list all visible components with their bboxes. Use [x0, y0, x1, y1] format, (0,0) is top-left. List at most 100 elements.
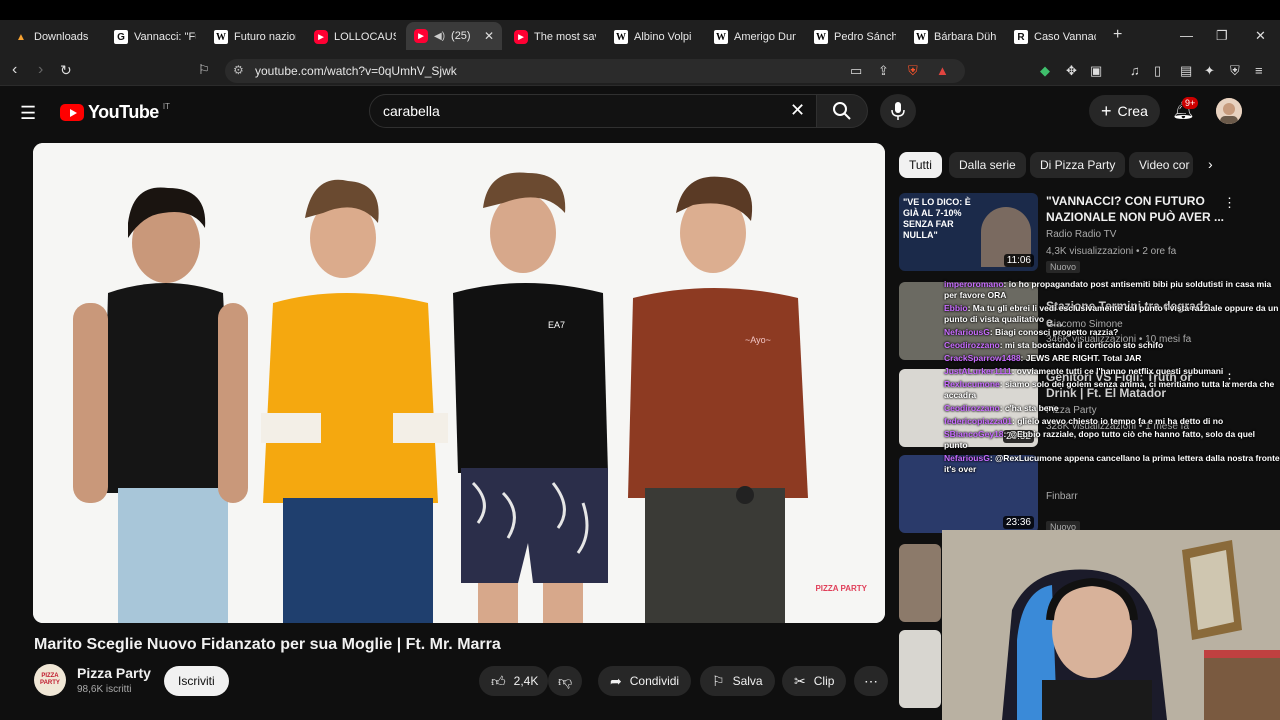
docs-icon: R [1014, 30, 1028, 44]
tab-lollocaust[interactable]: ▶ LOLLOCAUST [306, 24, 404, 50]
chat-message: Ceodirozzano: mi sta boostando il cortic… [944, 340, 1164, 350]
recommendation-title: "VANNACCI? CON FUTURO NAZIONALE NON PUÒ … [1046, 194, 1225, 224]
bookmark-icon: ⚐ [712, 672, 725, 689]
chat-message: Rexlucumone: siamo solo dei golem senza … [944, 379, 1275, 400]
clip-button[interactable]: ✂ Clip [782, 666, 847, 696]
tab-barbara-duhrkop[interactable]: W Bárbara Dühr [906, 24, 1004, 50]
stream-chat-overlay: imperoromano: io ho propagandato post an… [944, 278, 1280, 528]
video-title: Marito Sceglie Nuovo Fidanzato per sua M… [34, 636, 501, 653]
wikipedia-icon: W [614, 30, 628, 44]
wikipedia-icon: W [814, 30, 828, 44]
bookmark-icon[interactable]: ⚐ [198, 62, 210, 78]
title-bar [0, 0, 1280, 20]
sidebar-icon[interactable]: ▯ [1154, 63, 1161, 79]
chip-all[interactable]: Tutti [899, 152, 942, 178]
like-button[interactable]: 👍︎ 2,4K [479, 666, 549, 696]
svg-text:EA7: EA7 [548, 320, 565, 330]
save-button[interactable]: ⚐ Salva [700, 666, 775, 696]
extension-icon[interactable]: ◆ [1040, 63, 1050, 79]
recommendation-item[interactable]: "VE LO DICO: È GIÀ AL 7-10% SENZA FAR NU… [899, 193, 1279, 273]
video-frame: EA7 ~Ayo~ [33, 143, 885, 623]
recommendation-channel[interactable]: Radio Radio TV [1046, 229, 1116, 240]
reload-icon[interactable]: ↻ [60, 62, 72, 79]
extensions-puzzle-icon[interactable]: ✥ [1066, 63, 1077, 79]
plus-icon: + [1101, 100, 1112, 121]
chat-message: Ebbio: Ma tu gli ebrei li vedi esclusiva… [944, 303, 1279, 324]
wikipedia-icon: W [714, 30, 728, 44]
restore-icon[interactable]: ❐ [1216, 28, 1228, 44]
chip-related[interactable]: Video cor [1129, 152, 1193, 178]
youtube-icon: ▶ [314, 30, 328, 44]
docs-icon: G [114, 30, 128, 44]
brave-shield-icon[interactable]: ⛨ [908, 63, 918, 79]
more-actions-button[interactable]: ⋯ [854, 666, 888, 696]
forward-icon[interactable]: › [38, 61, 43, 79]
channel-avatar[interactable]: PIZZA PARTY [34, 664, 66, 696]
screenshot-icon[interactable]: ▣ [1090, 63, 1102, 79]
cast-icon[interactable]: ▭ [850, 63, 862, 79]
youtube-page: ☰ YouTube IT carabella ✕ + Crea 🔔︎ 9+ EA… [0, 86, 1280, 720]
dislike-button[interactable]: 👎︎ [548, 666, 583, 696]
thumbs-up-icon: 👍︎ [491, 672, 506, 689]
chip-from-series[interactable]: Dalla serie [949, 152, 1026, 178]
address-bar-row: ‹ › ↻ ⚐ ⚙ youtube.com/watch?v=0qUmhV_Sjw… [0, 56, 1280, 86]
video-thumbnail[interactable]: "VE LO DICO: È GIÀ AL 7-10% SENZA FAR NU… [899, 193, 1038, 271]
tab-caso-vannacci[interactable]: R Caso Vannac [1006, 24, 1104, 50]
create-button[interactable]: + Crea [1089, 95, 1160, 127]
youtube-play-icon [60, 104, 84, 121]
voice-search-button[interactable] [880, 94, 916, 128]
subscribe-button[interactable]: Iscriviti [164, 666, 229, 696]
leo-icon[interactable]: ✦ [1204, 63, 1215, 79]
tab-futuro-nazionale[interactable]: W Futuro nazion [206, 24, 304, 50]
hamburger-menu-icon[interactable]: ☰ [20, 103, 36, 124]
chat-message: Ceodirozzano: c'ha sta bene [944, 403, 1059, 413]
scissors-icon: ✂ [794, 672, 806, 689]
audio-icon[interactable]: ◀) [434, 31, 445, 42]
tab-albino-volpi[interactable]: W Albino Volpi [606, 24, 704, 50]
svg-text:~Ayo~: ~Ayo~ [745, 335, 771, 345]
brave-rewards-icon[interactable]: ▲ [936, 63, 949, 78]
thumbs-down-icon: 👎︎ [558, 672, 573, 689]
search-input[interactable]: carabella [369, 94, 817, 128]
close-tab-icon[interactable]: ✕ [484, 29, 494, 43]
site-info-icon[interactable]: ⚙ [233, 63, 244, 77]
tab-amerigo-dumini[interactable]: W Amerigo Dun [706, 24, 804, 50]
youtube-icon: ▶ [514, 30, 528, 44]
back-icon[interactable]: ‹ [12, 61, 17, 79]
chat-message: imperoromano: io ho propagandato post an… [944, 279, 1272, 300]
video-thumbnail[interactable] [899, 544, 941, 622]
close-window-icon[interactable]: ✕ [1255, 28, 1266, 44]
new-tab-icon[interactable]: + [1113, 26, 1122, 44]
wallet-icon[interactable]: ▤ [1180, 63, 1192, 79]
vpn-icon[interactable]: ⛨ [1230, 63, 1240, 79]
tab-active-youtube[interactable]: ▶ ◀) (25) N ✕ [406, 22, 502, 50]
share-icon[interactable]: ⇪ [878, 63, 889, 79]
tab-most-savage[interactable]: ▶ The most sav [506, 24, 604, 50]
subscriber-count: 98,6K iscritti [77, 684, 132, 695]
more-vertical-icon[interactable]: ⋮ [1223, 195, 1236, 211]
video-duration: 11:06 [1003, 254, 1034, 267]
account-avatar[interactable] [1216, 98, 1242, 124]
channel-name[interactable]: Pizza Party [77, 665, 151, 681]
chat-message: SBiancoGey18: @Ebbio razziale, dopo tutt… [944, 429, 1256, 450]
menu-icon[interactable]: ≡ [1255, 63, 1263, 78]
chat-message: federicopiazza01: glielo avevo chiesto i… [944, 416, 1224, 426]
tab-downloads[interactable]: ▲ Downloads [6, 24, 104, 50]
youtube-icon: ▶ [414, 29, 428, 43]
youtube-logo[interactable]: YouTube IT [60, 102, 170, 123]
recommendation-meta: 4,3K visualizzazioni • 2 ore fa [1046, 246, 1177, 257]
media-icon[interactable]: ♫ [1130, 63, 1140, 78]
new-badge: Nuovo [1046, 261, 1081, 273]
tab-pedro-sanchez[interactable]: W Pedro Sánche [806, 24, 904, 50]
browser-tab-strip: ▲ Downloads G Vannacci: "Fu W Futuro naz… [0, 0, 1280, 56]
wikipedia-icon: W [214, 30, 228, 44]
video-player[interactable]: EA7 ~Ayo~ PIZZA PARTY [33, 143, 885, 623]
chip-from-channel[interactable]: Di Pizza Party [1030, 152, 1126, 178]
video-thumbnail[interactable] [899, 630, 941, 708]
clear-search-icon[interactable]: ✕ [790, 100, 805, 121]
share-button[interactable]: ➦ Condividi [598, 666, 692, 696]
minimize-icon[interactable]: — [1180, 28, 1193, 43]
chevron-right-icon[interactable]: › [1208, 156, 1213, 172]
tab-vannacci-doc[interactable]: G Vannacci: "Fu [106, 24, 204, 50]
search-button[interactable] [816, 94, 868, 128]
